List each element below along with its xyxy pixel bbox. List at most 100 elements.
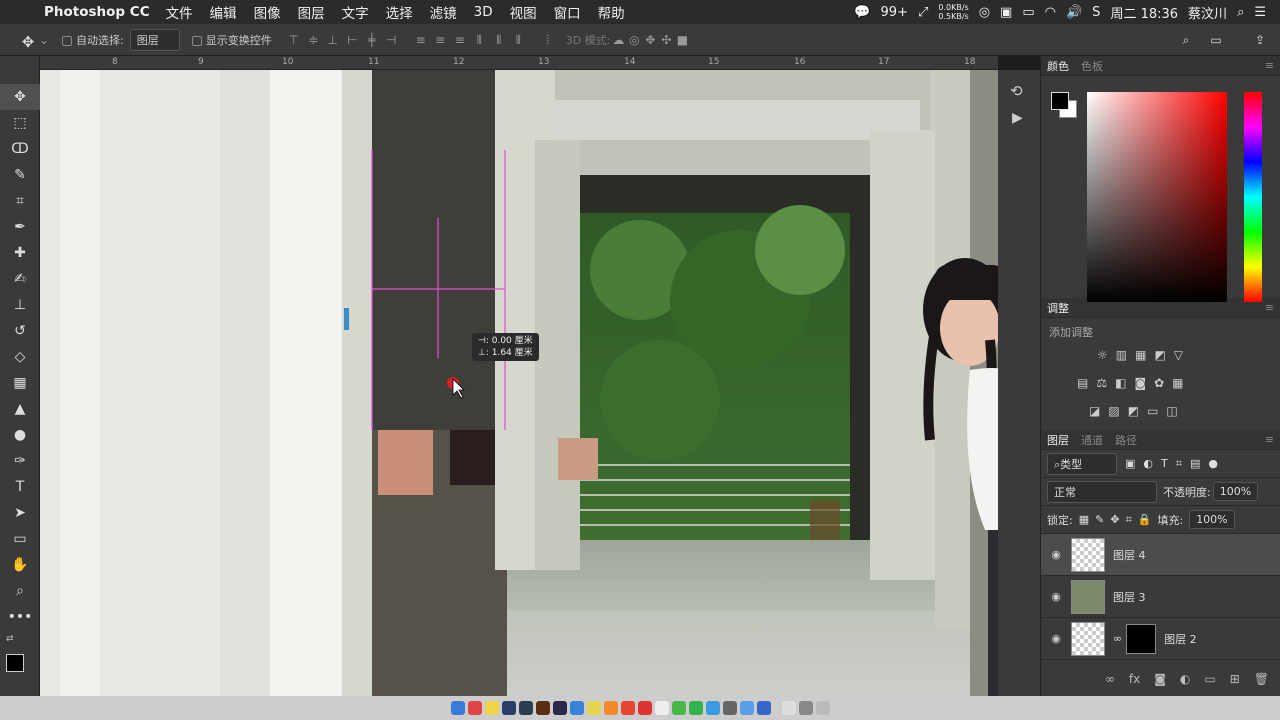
layer-mask-thumbnail[interactable] xyxy=(1126,623,1157,654)
checkbox-icon[interactable] xyxy=(191,35,202,46)
color-balance-icon[interactable]: ⚖ xyxy=(1096,376,1107,390)
lock-position-icon[interactable]: ✥ xyxy=(1110,513,1119,526)
checkbox-icon[interactable] xyxy=(62,35,72,46)
type-tool[interactable]: T xyxy=(0,474,40,500)
menu-select[interactable]: 选择 xyxy=(386,2,413,22)
volume-icon[interactable]: 🔊 xyxy=(1066,5,1082,20)
panel-menu-icon[interactable]: ≡ xyxy=(1265,433,1274,446)
tab-layers[interactable]: 图层 xyxy=(1047,432,1069,448)
layer-filter-dropdown[interactable]: ⌕类型 xyxy=(1047,452,1117,475)
app-name-menu[interactable]: Photoshop CC xyxy=(44,4,150,20)
wechat-icon[interactable]: 💬 xyxy=(854,5,870,20)
folder-icon[interactable]: ▭ xyxy=(1204,672,1215,686)
orbit-3d-icon[interactable]: ☁ xyxy=(610,33,626,47)
layer-name[interactable]: 图层 4 xyxy=(1113,547,1146,563)
fill-input[interactable]: 100% xyxy=(1189,510,1235,529)
expand-icon[interactable]: ⤢ xyxy=(918,5,928,20)
display-icon[interactable]: ▣ xyxy=(1000,5,1012,20)
search-icon[interactable]: ⌕ xyxy=(1178,33,1194,47)
brightness-icon[interactable]: ☼ xyxy=(1097,348,1108,362)
top-ruler[interactable]: 8 9 10 11 12 13 14 15 16 17 18 xyxy=(40,56,998,70)
align-right-icon[interactable]: ⊣ xyxy=(383,33,399,47)
shape-tool[interactable]: ▭ xyxy=(0,526,40,552)
layer-row[interactable]: ◉ ∞ 图层 2 xyxy=(1041,618,1280,660)
tab-channels[interactable]: 通道 xyxy=(1081,432,1103,448)
history-icon[interactable]: ⟲ xyxy=(1010,82,1023,100)
lock-transparent-icon[interactable]: ▦ xyxy=(1079,513,1089,526)
levels-icon[interactable]: ▥ xyxy=(1116,348,1127,362)
illustrator-dock-icon[interactable] xyxy=(535,701,550,715)
blend-mode-dropdown[interactable]: 正常 xyxy=(1047,480,1157,503)
layer-row[interactable]: ◉ 图层 3 xyxy=(1041,576,1280,618)
drag-3d-icon[interactable]: ✥ xyxy=(642,33,658,47)
threshold-icon[interactable]: ◩ xyxy=(1128,404,1139,418)
reset-colors-icon[interactable]: ⇄ xyxy=(6,634,14,644)
app-dock-icon[interactable] xyxy=(739,701,754,715)
align-hcenter-icon[interactable]: ╪ xyxy=(364,33,380,47)
menu-window[interactable]: 窗口 xyxy=(554,2,581,22)
mask-icon[interactable]: ◙ xyxy=(1154,672,1166,686)
filter-toggle[interactable]: ● xyxy=(1208,457,1218,470)
hue-slider[interactable] xyxy=(1244,92,1262,302)
trash-icon[interactable]: 🗑 xyxy=(1254,672,1269,686)
pen-tool[interactable]: ✑ xyxy=(0,448,40,474)
curves-icon[interactable]: ▦ xyxy=(1135,348,1146,362)
hand-tool[interactable]: ✋ xyxy=(0,552,40,578)
photoshop-dock-icon[interactable] xyxy=(501,701,516,715)
color-lookup-icon[interactable]: ▦ xyxy=(1172,376,1183,390)
link-icon[interactable]: ∞ xyxy=(1105,672,1115,686)
posterize-icon[interactable]: ▨ xyxy=(1108,404,1119,418)
audition-dock-icon[interactable] xyxy=(552,701,567,715)
share-icon[interactable]: ⇪ xyxy=(1252,33,1268,47)
distribute-top-icon[interactable]: ≡ xyxy=(413,33,429,47)
cloud-icon[interactable]: ◎ xyxy=(979,5,990,20)
eye-icon[interactable]: ◉ xyxy=(1041,590,1071,603)
app-dock-icon[interactable] xyxy=(569,701,584,715)
tab-color[interactable]: 颜色 xyxy=(1047,58,1069,74)
zoom-tool[interactable]: ⌕ xyxy=(0,578,40,604)
color-field[interactable] xyxy=(1087,92,1227,302)
app-dock-icon[interactable] xyxy=(654,701,669,715)
notes-dock-icon[interactable] xyxy=(484,701,499,715)
menu-layer[interactable]: 图层 xyxy=(298,2,325,22)
layer-name[interactable]: 图层 3 xyxy=(1113,589,1146,605)
path-select-tool[interactable]: ➤ xyxy=(0,500,40,526)
gradient-map-icon[interactable]: ▭ xyxy=(1147,404,1158,418)
menu-edit[interactable]: 编辑 xyxy=(210,2,237,22)
menu-type[interactable]: 文字 xyxy=(342,2,369,22)
airplay-icon[interactable]: ▭ xyxy=(1022,5,1034,20)
healing-tool[interactable]: ✚ xyxy=(0,240,40,266)
layer-name[interactable]: 图层 2 xyxy=(1164,631,1197,647)
eraser-tool[interactable]: ◇ xyxy=(0,344,40,370)
auto-align-icon[interactable]: ⦙ xyxy=(540,33,556,47)
fx-icon[interactable]: fx xyxy=(1129,672,1140,686)
panel-menu-icon[interactable]: ≡ xyxy=(1265,301,1274,314)
lock-all-icon[interactable]: 🔒 xyxy=(1138,513,1152,526)
chevron-down-icon[interactable]: ⌄ xyxy=(36,33,52,47)
crop-tool[interactable]: ⌗ xyxy=(0,188,40,214)
app-dock-icon[interactable] xyxy=(705,701,720,715)
distribute-vcenter-icon[interactable]: ≡ xyxy=(432,33,448,47)
vibrance-icon[interactable]: ▽ xyxy=(1174,348,1183,362)
calendar-dock-icon[interactable] xyxy=(467,701,482,715)
camera-3d-icon[interactable]: ■ xyxy=(674,33,690,47)
list-icon[interactable]: ☰ xyxy=(1254,5,1266,20)
bw-icon[interactable]: ◧ xyxy=(1115,376,1126,390)
document-canvas[interactable]: ⊣: 0.00 厘米 ⊥: 1.64 厘米 xyxy=(40,70,1038,696)
history-brush-tool[interactable]: ↺ xyxy=(0,318,40,344)
wifi-icon[interactable]: ◠ xyxy=(1045,5,1056,20)
align-top-icon[interactable]: ⊤ xyxy=(286,33,302,47)
photo-filter-icon[interactable]: ◙ xyxy=(1134,376,1146,390)
wechat-dock-icon[interactable] xyxy=(688,701,703,715)
auto-select-checkbox[interactable]: 自动选择: xyxy=(62,32,124,48)
finder-dock-icon[interactable] xyxy=(450,701,465,715)
filter-type-icon[interactable]: T xyxy=(1161,457,1168,470)
workspace-icon[interactable]: ▭ xyxy=(1208,33,1224,47)
app-dock-icon[interactable] xyxy=(620,701,635,715)
brush-tool[interactable]: ✍ xyxy=(0,266,40,292)
move-tool-icon[interactable]: ✥ xyxy=(20,33,36,51)
menu-3d[interactable]: 3D xyxy=(474,4,493,20)
hue-sat-icon[interactable]: ▤ xyxy=(1077,376,1088,390)
clock[interactable]: 周二 18:36 xyxy=(1110,3,1178,22)
eyedropper-tool[interactable]: ✒ xyxy=(0,214,40,240)
